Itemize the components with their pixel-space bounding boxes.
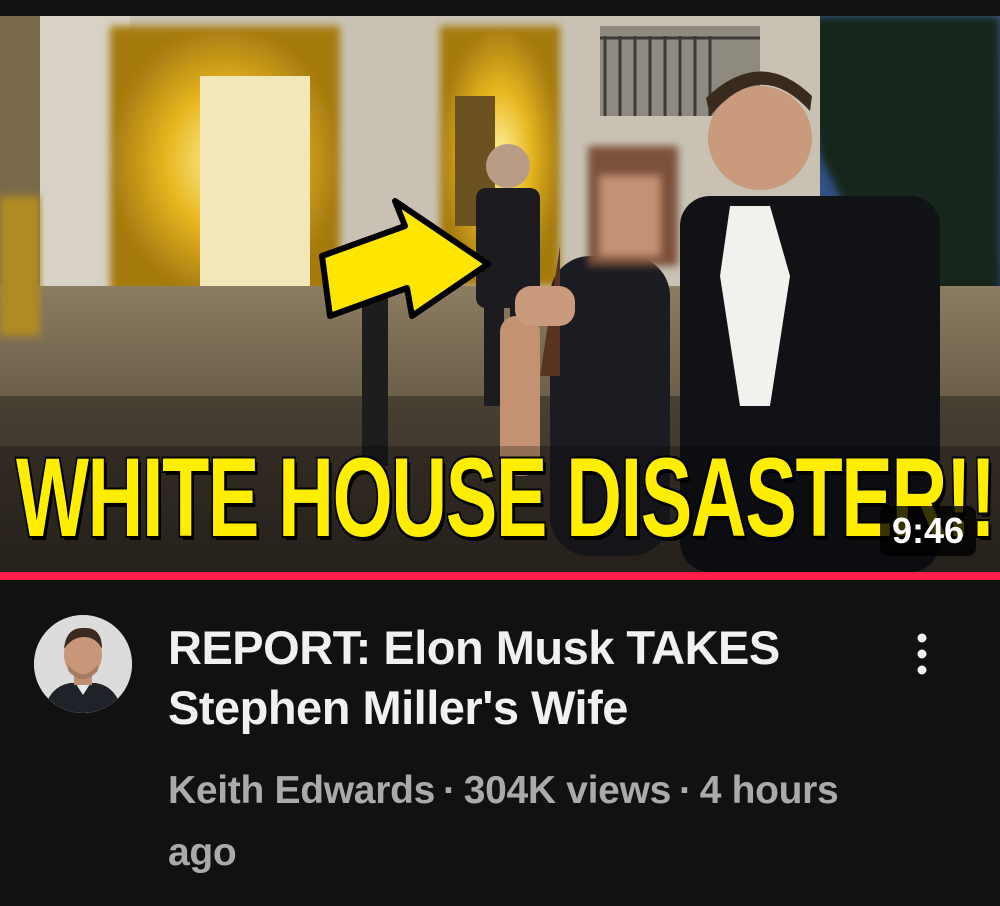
watch-progress-fill xyxy=(0,572,1000,580)
watch-progress-bar xyxy=(0,572,1000,580)
video-title[interactable]: REPORT: Elon Musk TAKES Stephen Miller's… xyxy=(168,618,868,738)
separator: · xyxy=(443,769,456,812)
video-card: WHITE HOUSE DISASTER!!! 9:46 REPORT: Elo… xyxy=(0,0,1000,906)
more-vertical-icon xyxy=(917,633,927,675)
channel-name[interactable]: Keith Edwards xyxy=(168,769,435,812)
channel-avatar[interactable] xyxy=(34,615,132,713)
separator: · xyxy=(679,769,692,812)
video-metadata-line: Keith Edwards · 304K views · 4 hours ago xyxy=(168,760,908,884)
view-count: 304K views xyxy=(463,769,672,812)
more-actions-button[interactable] xyxy=(900,624,944,684)
thumbnail-headline: WHITE HOUSE DISASTER!!! xyxy=(15,435,1000,560)
avatar-icon xyxy=(34,615,132,713)
video-thumbnail[interactable]: WHITE HOUSE DISASTER!!! 9:46 xyxy=(0,16,1000,572)
duration-badge: 9:46 xyxy=(879,506,976,556)
video-meta: REPORT: Elon Musk TAKES Stephen Miller's… xyxy=(0,580,1000,906)
